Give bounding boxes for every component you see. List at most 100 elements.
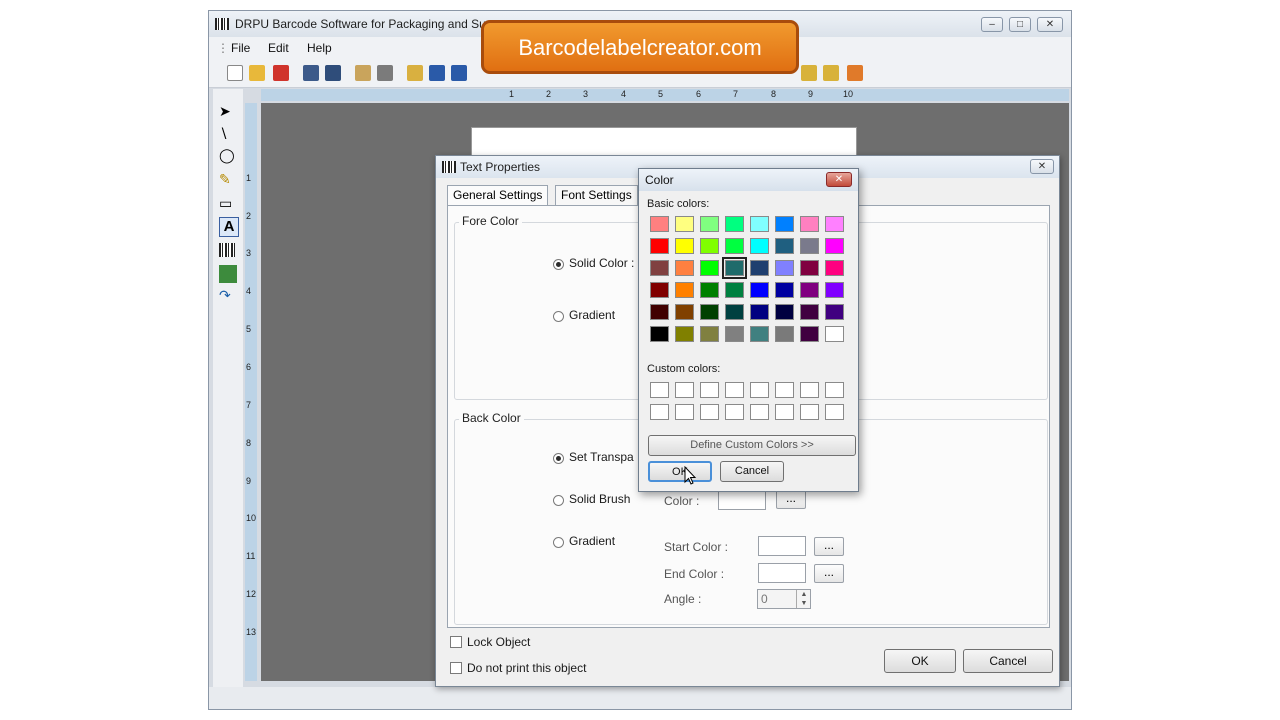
basic-color-swatch[interactable] [825,238,844,254]
solid-color-radio[interactable] [553,259,564,270]
curve-icon[interactable]: ↷ [219,287,237,305]
basic-color-swatch[interactable] [775,238,794,254]
basic-color-swatch[interactable] [800,282,819,298]
basic-color-swatch[interactable] [700,238,719,254]
basic-color-swatch[interactable] [650,282,669,298]
undo-icon[interactable] [429,65,445,81]
custom-color-swatch[interactable] [700,404,719,420]
basic-color-swatch[interactable] [650,216,669,232]
basic-color-swatch[interactable] [750,260,769,276]
new-icon[interactable] [227,65,243,81]
basic-color-swatch[interactable] [650,238,669,254]
pointer-icon[interactable]: ➤ [219,103,237,121]
basic-color-swatch[interactable] [700,260,719,276]
basic-color-swatch[interactable] [725,326,744,342]
custom-color-swatch[interactable] [700,382,719,398]
menu-edit[interactable]: Edit [268,41,289,55]
basic-color-swatch[interactable] [650,260,669,276]
custom-color-swatch[interactable] [650,404,669,420]
basic-color-swatch[interactable] [750,282,769,298]
basic-color-swatch[interactable] [775,304,794,320]
lock-icon[interactable] [801,65,817,81]
end-color-swatch[interactable] [758,563,806,583]
basic-color-swatch[interactable] [775,282,794,298]
custom-color-swatch[interactable] [775,404,794,420]
basic-color-swatch[interactable] [775,326,794,342]
open-folder-icon[interactable] [249,65,265,81]
custom-color-swatch[interactable] [775,382,794,398]
lock-object-checkbox[interactable] [450,636,462,648]
save-as-icon[interactable] [325,65,341,81]
basic-color-swatch[interactable] [775,216,794,232]
custom-color-swatch[interactable] [675,404,694,420]
pencil-icon[interactable]: ✎ [219,171,237,189]
basic-color-swatch[interactable] [675,304,694,320]
custom-color-swatch[interactable] [750,404,769,420]
basic-color-swatch[interactable] [800,238,819,254]
fore-gradient-radio[interactable] [553,311,564,322]
basic-color-swatch[interactable] [700,326,719,342]
basic-color-swatch[interactable] [750,304,769,320]
basic-color-swatch[interactable] [725,282,744,298]
basic-color-swatch[interactable] [825,326,844,342]
basic-color-swatch[interactable] [675,238,694,254]
edit-icon[interactable] [355,65,371,81]
custom-color-swatch[interactable] [725,382,744,398]
custom-color-swatch[interactable] [800,404,819,420]
back-gradient-radio[interactable] [553,537,564,548]
basic-color-swatch[interactable] [775,260,794,276]
menu-help[interactable]: Help [307,41,332,55]
custom-color-swatch[interactable] [675,382,694,398]
basic-color-swatch[interactable] [725,304,744,320]
basic-color-swatch[interactable] [800,260,819,276]
basic-color-swatch[interactable] [750,238,769,254]
custom-color-swatch[interactable] [825,404,844,420]
basic-color-swatch[interactable] [725,216,744,232]
custom-color-swatch[interactable] [800,382,819,398]
basic-color-swatch[interactable] [700,304,719,320]
custom-color-swatch[interactable] [725,404,744,420]
set-transparent-radio[interactable] [553,453,564,464]
menu-file[interactable]: File [231,41,250,55]
export-icon[interactable] [407,65,423,81]
unlock-icon[interactable] [823,65,839,81]
ok-button[interactable]: OK [884,649,956,673]
basic-color-swatch[interactable] [700,282,719,298]
brush-color-browse-button[interactable]: ... [776,490,806,509]
basic-color-swatch[interactable] [800,216,819,232]
maximize-button[interactable]: □ [1009,17,1031,32]
color-cancel-button[interactable]: Cancel [720,461,784,482]
basic-color-swatch[interactable] [825,260,844,276]
line-icon[interactable]: ∖ [219,125,237,143]
basic-color-swatch[interactable] [675,326,694,342]
basic-color-swatch[interactable] [650,304,669,320]
picture-icon[interactable] [219,265,237,283]
tab-font-settings[interactable]: Font Settings [555,185,638,205]
label-page[interactable] [471,127,857,157]
cancel-button[interactable]: Cancel [963,649,1053,673]
rectangle-icon[interactable]: ▭ [219,195,237,213]
save-icon[interactable] [303,65,319,81]
close-doc-icon[interactable] [273,65,289,81]
color-ok-button[interactable]: OK [648,461,712,482]
basic-color-swatch[interactable] [825,216,844,232]
basic-color-swatch[interactable] [725,238,744,254]
custom-color-swatch[interactable] [750,382,769,398]
basic-color-swatch[interactable] [700,216,719,232]
basic-color-swatch[interactable] [675,216,694,232]
custom-color-swatch[interactable] [825,382,844,398]
print-icon[interactable] [377,65,393,81]
exit-icon[interactable] [847,65,863,81]
minimize-button[interactable]: – [981,17,1003,32]
color-dialog-close-button[interactable]: ✕ [826,172,852,187]
basic-color-swatch[interactable] [675,260,694,276]
end-color-browse-button[interactable]: ... [814,564,844,583]
start-color-browse-button[interactable]: ... [814,537,844,556]
close-button[interactable]: ✕ [1037,17,1063,32]
custom-color-swatch[interactable] [650,382,669,398]
basic-color-swatch[interactable] [750,326,769,342]
solid-brush-radio[interactable] [553,495,564,506]
basic-color-swatch[interactable] [800,304,819,320]
basic-color-swatch[interactable] [722,257,747,279]
basic-color-swatch[interactable] [825,304,844,320]
